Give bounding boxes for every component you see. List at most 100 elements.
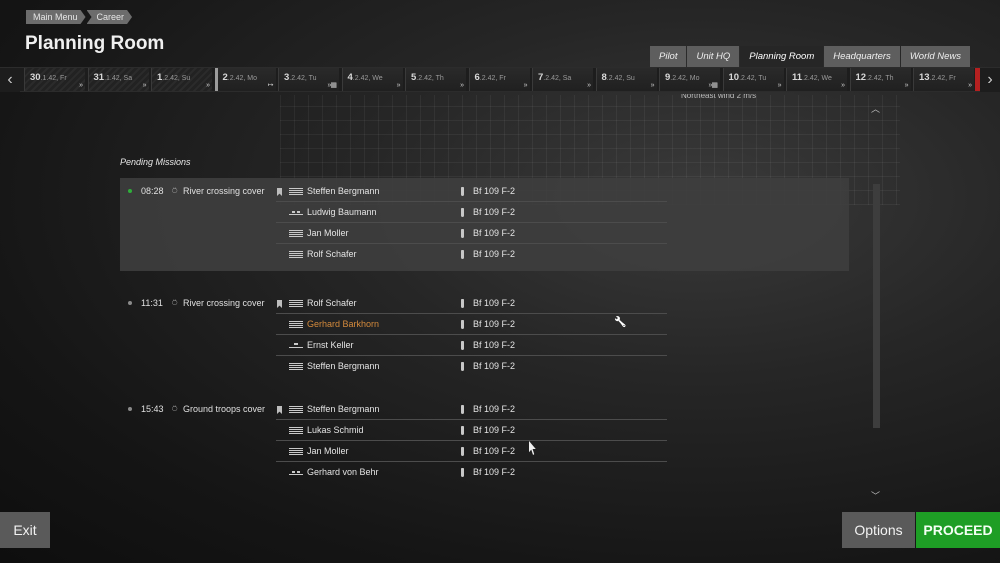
pilot-row[interactable]: Rolf Schafer Bf 109 F-2 [276, 244, 667, 265]
tab-headquarters[interactable]: Headquarters [824, 46, 900, 67]
rank-insignia-icon [289, 427, 303, 434]
mission-type-icon: ⍥ [172, 298, 178, 308]
pilot-row[interactable]: Jan Moller Bf 109 F-2 [276, 223, 667, 244]
mission-card[interactable]: 11:31 ⍥ River crossing cover Rolf Schafer Bf… [120, 290, 849, 376]
timeline-day[interactable]: 1.2.42, Su » [151, 68, 212, 91]
timeline-day[interactable]: 2.2.42, Mo ↦ [214, 68, 276, 91]
thermometer-icon [461, 468, 464, 477]
timeline-day[interactable]: 5.2.42, Th » [405, 68, 466, 91]
day-marker-icon: » [650, 82, 655, 89]
mission-card[interactable]: 15:43 ⍥ Ground troops cover Steffen Bergman… [120, 396, 849, 482]
day-date: .2.42, Mo [227, 75, 257, 82]
exit-button[interactable]: Exit [0, 512, 50, 548]
pilot-row[interactable]: Steffen Bergmann Bf 109 F-2 [276, 399, 667, 420]
day-date: .2.42, Th [866, 75, 894, 82]
thermometer-icon [461, 426, 464, 435]
aircraft-name: Bf 109 F-2 [473, 228, 516, 238]
day-number: 11 [792, 72, 803, 83]
pilot-row[interactable]: Gerhard von Behr Bf 109 F-2 [276, 462, 667, 483]
timeline-day-label: 2.2.42, Mo [223, 72, 257, 83]
timeline-day[interactable]: 6.2.42, Fr » [468, 68, 530, 91]
timeline-day[interactable]: 10.2.42, Tu » [722, 68, 784, 91]
thermometer-icon [461, 250, 464, 259]
tab-world-news[interactable]: World News [900, 46, 971, 67]
timeline-day[interactable]: 9.2.42, Mo »▦ [659, 68, 720, 91]
day-marker-icon: » [396, 82, 401, 89]
tab-planning-room[interactable]: Planning Room [740, 46, 824, 67]
thermometer-icon [461, 362, 464, 371]
pilot-name: Rolf Schafer [307, 298, 357, 308]
day-marker-icon: » [968, 82, 972, 89]
scrollbar[interactable] [873, 184, 880, 428]
pilot-row[interactable]: Gerhard Barkhorn Bf 109 F-2 🔧 [276, 314, 667, 335]
day-marker-icon: » [206, 82, 210, 89]
timeline-day-label: 13.2.42, Fr [919, 72, 956, 83]
mission-time: 11:31 [141, 298, 163, 308]
pilot-row[interactable]: Rolf Schafer Bf 109 F-2 [276, 293, 667, 314]
timeline-day[interactable]: 4.2.42, We » [341, 68, 403, 91]
tab-pilot[interactable]: Pilot [650, 46, 687, 67]
aircraft-name: Bf 109 F-2 [473, 207, 516, 217]
pilot-row[interactable]: Steffen Bergmann Bf 109 F-2 [276, 356, 667, 377]
proceed-button[interactable]: PROCEED [916, 512, 1000, 548]
mission-name: River crossing cover [183, 186, 265, 196]
timeline-day-label: 1.2.42, Su [157, 72, 190, 83]
thermometer-icon [461, 341, 464, 350]
pilot-row[interactable]: Steffen Bergmann Bf 109 F-2 [276, 181, 667, 202]
day-marker-icon: » [841, 82, 845, 89]
section-title: Pending Missions [120, 157, 191, 167]
pilot-row[interactable]: Ludwig Baumann Bf 109 F-2 [276, 202, 667, 223]
timeline-day[interactable]: 31.1.42, Sa » [87, 68, 149, 91]
day-date: .2.42, Tu [739, 75, 767, 82]
mission-type-icon: ⍥ [172, 404, 178, 414]
pilot-row[interactable]: Ernst Keller Bf 109 F-2 [276, 335, 667, 356]
wrench-icon[interactable]: 🔧 [614, 317, 626, 328]
chevron-left-icon[interactable]: ‹ [0, 68, 20, 92]
rank-insignia-icon [289, 469, 303, 476]
mission-name: Ground troops cover [183, 404, 266, 414]
day-marker-icon: »▦ [327, 82, 336, 89]
day-marker-icon: ↦ [267, 82, 274, 89]
timeline-day[interactable]: 8.2.42, Su » [595, 68, 657, 91]
rank-insignia-icon [289, 188, 303, 195]
day-marker-icon: » [523, 82, 528, 89]
day-date: .2.42, Sa [543, 75, 572, 82]
timeline-day-label: 6.2.42, Fr [475, 72, 506, 83]
timeline-day-label: 31.1.42, Sa [94, 72, 133, 83]
options-button[interactable]: Options [842, 512, 915, 548]
timeline-day[interactable]: 7.2.42, Sa » [532, 68, 593, 91]
day-date: .2.42, Su [162, 75, 191, 82]
rank-insignia-icon [289, 406, 303, 413]
day-marker-icon: » [79, 82, 83, 89]
pilot-row[interactable]: Jan Moller Bf 109 F-2 [276, 441, 667, 462]
breadcrumb-career[interactable]: Career [87, 10, 133, 24]
thermometer-icon [461, 447, 464, 456]
breadcrumb-main-menu[interactable]: Main Menu [26, 10, 86, 24]
timeline-day[interactable]: 3.2.42, Tu »▦ [278, 68, 339, 91]
pilot-name: Jan Moller [307, 446, 349, 456]
day-marker-icon: » [587, 82, 591, 89]
timeline-day[interactable]: 11.2.42, We » [786, 68, 847, 91]
rank-insignia-icon [289, 321, 303, 328]
pilot-name: Lukas Schmid [307, 425, 364, 435]
day-number: 12 [855, 72, 867, 83]
scroll-down-icon[interactable]: ﹀ [871, 489, 880, 502]
scroll-up-icon[interactable]: ︿ [871, 102, 880, 115]
aircraft-name: Bf 109 F-2 [473, 319, 516, 329]
day-number: 10 [728, 72, 740, 83]
timeline-day[interactable]: 12.2.42, Th » [849, 68, 911, 91]
pilot-name: Gerhard von Behr [307, 467, 379, 477]
tab-unit-hq[interactable]: Unit HQ [687, 46, 740, 67]
mission-card[interactable]: 08:28 ⍥ River crossing cover Steffen Bergma… [120, 178, 849, 271]
pilot-row[interactable]: Lukas Schmid Bf 109 F-2 [276, 420, 667, 441]
timeline-day-label: 30.1.42, Fr [30, 72, 67, 83]
thermometer-icon [461, 229, 464, 238]
day-marker-icon: » [904, 82, 909, 89]
rank-insignia-icon [289, 251, 303, 258]
breadcrumb: Main Menu Career [26, 10, 133, 24]
timeline-day[interactable]: 13.2.42, Fr » [913, 68, 974, 91]
timeline-day-label: 9.2.42, Mo [665, 72, 699, 83]
timeline-day[interactable]: 30.1.42, Fr » [24, 68, 85, 91]
aircraft-name: Bf 109 F-2 [473, 298, 516, 308]
chevron-right-icon[interactable]: › [980, 68, 1000, 92]
